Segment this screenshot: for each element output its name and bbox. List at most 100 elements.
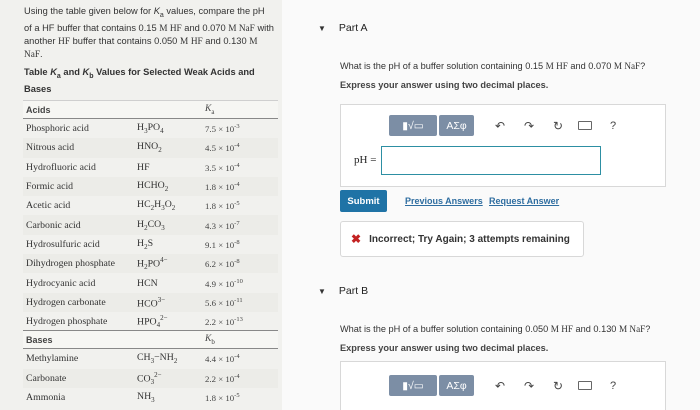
templates-button[interactable]: ▮√▭ xyxy=(389,375,437,396)
constant-value: 2.2 × 10-4 xyxy=(205,372,240,384)
compound-name: Acetic acid xyxy=(26,200,71,212)
symbols-button[interactable]: ΑΣφ xyxy=(439,115,474,136)
table-row: Carbonic acid H2CO3 4.3 × 10-7 xyxy=(23,215,278,235)
ka-kb-table: Acids Ka Phosphoric acid H3PO4 7.5 × 10-3 Nit… xyxy=(23,100,278,407)
constant-value: 4.9 × 10-10 xyxy=(205,277,243,289)
collapse-caret-icon[interactable]: ▼ xyxy=(318,24,326,33)
part-a-header[interactable]: ▼ Part A xyxy=(318,22,368,34)
table-row: Nitrous acid HNO2 4.5 × 10-4 xyxy=(23,138,278,158)
submit-button[interactable]: Submit xyxy=(340,190,387,212)
help-icon[interactable]: ? xyxy=(610,120,616,132)
part-b-title: Part B xyxy=(338,285,369,297)
help-icon[interactable]: ? xyxy=(610,380,616,392)
part-a-toolbar: ▮√▭ ΑΣφ ↶ ↷ ↻ ? xyxy=(389,115,616,136)
part-b-question: What is the pH of a buffer solution cont… xyxy=(340,324,651,334)
feedback-message: ✖ Incorrect; Try Again; 3 attempts remai… xyxy=(340,221,584,257)
table-row: Phosphoric acid H3PO4 7.5 × 10-3 xyxy=(23,119,278,138)
compound-formula: HCN xyxy=(137,277,158,289)
compound-name: Hydrosulfuric acid xyxy=(26,238,100,250)
incorrect-x-icon: ✖ xyxy=(351,232,362,246)
compound-name: Formic acid xyxy=(26,181,74,193)
ph-label: pH = xyxy=(354,154,377,166)
table-row: Ammonia NH3 1.8 × 10-5 xyxy=(23,388,278,407)
table-row: Hydrosulfuric acid H2S 9.1 × 10-8 xyxy=(23,235,278,254)
constant-value: 1.8 × 10-5 xyxy=(205,200,240,212)
answer-panel: ▼ Part A What is the pH of a buffer solu… xyxy=(282,0,700,410)
compound-name: Methylamine xyxy=(26,353,79,365)
templates-button[interactable]: ▮√▭ xyxy=(389,115,437,136)
keyboard-icon[interactable] xyxy=(578,381,592,390)
part-a-instruction: Express your answer using two decimal pl… xyxy=(340,80,549,90)
table-row: Formic acid HCHO2 1.8 × 10-4 xyxy=(23,176,278,197)
previous-answers-link[interactable]: Previous Answers xyxy=(405,196,483,206)
part-b-answer-box: ▮√▭ ΑΣφ ↶ ↷ ↻ ? xyxy=(340,361,666,410)
reset-icon[interactable]: ↻ xyxy=(552,119,564,133)
table-row: Hydrofluoric acid HF 3.5 × 10-4 xyxy=(23,158,278,177)
constant-header: Ka xyxy=(205,103,215,116)
table-row: Hydrogen carbonate HCO3− 5.6 × 10-11 xyxy=(23,292,278,312)
problem-panel: Using the table given below for Ka value… xyxy=(0,0,282,410)
compound-name: Carbonic acid xyxy=(26,219,81,231)
part-a-title: Part A xyxy=(338,22,368,34)
request-answer-link[interactable]: Request Answer xyxy=(489,196,559,206)
constant-value: 4.5 × 10-4 xyxy=(205,142,240,154)
collapse-caret-icon[interactable]: ▼ xyxy=(318,287,326,296)
compound-formula: HF xyxy=(137,161,150,173)
ph-input[interactable] xyxy=(381,146,601,175)
table-row: Carbonate CO32− 2.2 × 10-4 xyxy=(23,368,278,388)
section-label: Acids xyxy=(26,104,51,115)
redo-icon[interactable]: ↷ xyxy=(523,379,535,393)
constant-value: 4.4 × 10-4 xyxy=(205,353,240,365)
constant-value: 3.5 × 10-4 xyxy=(205,161,240,173)
table-row: Acetic acid HC2H3O2 1.8 × 10-5 xyxy=(23,196,278,215)
undo-icon[interactable]: ↶ xyxy=(494,119,506,133)
problem-intro: Using the table given below for Ka value… xyxy=(24,6,274,60)
compound-formula: H3PO4 xyxy=(137,122,164,136)
symbols-button[interactable]: ΑΣφ xyxy=(439,375,474,396)
table-section-header: Bases Kb xyxy=(23,331,278,350)
compound-name: Phosphoric acid xyxy=(26,123,89,135)
table-row: Hydrogen phosphate HPO42− 2.2 × 10-13 xyxy=(23,312,278,332)
constant-value: 2.2 × 10-13 xyxy=(205,315,243,327)
constant-value: 6.2 × 10-8 xyxy=(205,258,240,270)
constant-value: 5.6 × 10-11 xyxy=(205,296,243,308)
compound-formula: HCHO2 xyxy=(137,180,169,194)
constant-value: 9.1 × 10-8 xyxy=(205,238,240,250)
constant-header: Kb xyxy=(205,333,215,346)
compound-name: Carbonate xyxy=(26,372,67,384)
compound-formula: CO32− xyxy=(137,370,162,386)
part-a-question: What is the pH of a buffer solution cont… xyxy=(340,61,646,71)
compound-name: Dihydrogen phosphate xyxy=(26,258,115,270)
table-row: Dihydrogen phosphate H2PO4− 6.2 × 10-8 xyxy=(23,254,278,274)
compound-name: Hydrogen carbonate xyxy=(26,296,106,308)
reset-icon[interactable]: ↻ xyxy=(552,379,564,393)
table-row: Hydrocyanic acid HCN 4.9 × 10-10 xyxy=(23,273,278,292)
compound-formula: HCO3− xyxy=(137,295,166,309)
table-section-header: Acids Ka xyxy=(23,101,278,119)
compound-formula: H2CO3 xyxy=(137,218,165,232)
redo-icon[interactable]: ↷ xyxy=(523,119,535,133)
compound-name: Ammonia xyxy=(26,392,66,403)
section-label: Bases xyxy=(26,334,53,345)
compound-formula: HNO2 xyxy=(137,141,162,155)
compound-name: Nitrous acid xyxy=(26,142,75,154)
compound-formula: HPO42− xyxy=(137,313,168,329)
compound-formula: H2PO4− xyxy=(137,256,168,272)
keyboard-icon[interactable] xyxy=(578,121,592,130)
compound-formula: H2S xyxy=(137,237,154,251)
constant-value: 4.3 × 10-7 xyxy=(205,219,240,231)
undo-icon[interactable]: ↶ xyxy=(494,379,506,393)
constant-value: 1.8 × 10-4 xyxy=(205,181,240,192)
compound-name: Hydrofluoric acid xyxy=(26,161,96,173)
compound-formula: HC2H3O2 xyxy=(137,199,176,213)
constant-value: 1.8 × 10-5 xyxy=(205,392,240,403)
part-b-header[interactable]: ▼ Part B xyxy=(318,285,368,297)
feedback-text: Incorrect; Try Again; 3 attempts remaini… xyxy=(369,233,570,245)
compound-name: Hydrogen phosphate xyxy=(26,315,108,327)
constant-value: 7.5 × 10-3 xyxy=(205,123,240,135)
compound-formula: CH3−NH2 xyxy=(137,352,178,366)
compound-formula: NH3 xyxy=(137,391,155,404)
compound-name: Hydrocyanic acid xyxy=(26,277,96,289)
table-title: Table Ka and Kb Values for Selected Weak… xyxy=(24,67,255,94)
part-b-instruction: Express your answer using two decimal pl… xyxy=(340,343,549,353)
